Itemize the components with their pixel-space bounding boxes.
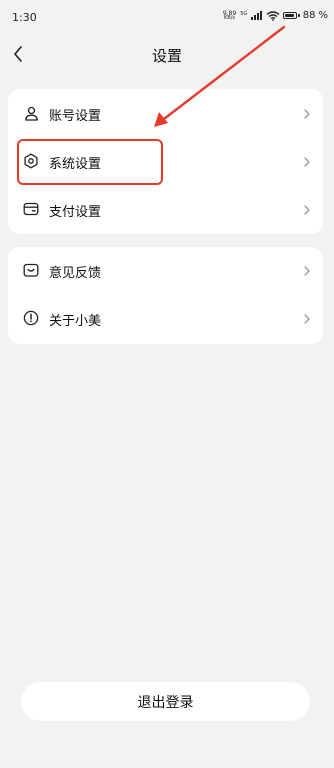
- system-settings-label: 系统设置: [49, 157, 102, 172]
- wifi-icon: [266, 10, 280, 21]
- battery-percent: 88: [302, 10, 316, 21]
- network-speed-unit: KB/s: [224, 14, 235, 21]
- feedback-icon: [23, 262, 39, 278]
- chevron-right-icon: [304, 266, 310, 276]
- chevron-right-icon: [304, 109, 310, 119]
- settings-group-about: 意见反馈 关于小美: [8, 247, 323, 344]
- settings-group-account: 账号设置 系统设置 支付设置: [8, 89, 323, 234]
- user-icon: [23, 105, 39, 121]
- status-indicators: 9.89 KB/s 5G 88%: [223, 10, 328, 21]
- about-label: 关于小美: [49, 314, 102, 329]
- about-item[interactable]: 关于小美: [8, 295, 323, 343]
- account-settings-label: 账号设置: [49, 109, 102, 124]
- status-time: 1:30: [12, 11, 37, 24]
- chevron-right-icon: [304, 314, 310, 324]
- feedback-label: 意见反馈: [49, 266, 102, 281]
- chevron-right-icon: [304, 205, 310, 215]
- page-title: 设置: [151, 47, 182, 65]
- payment-settings-item[interactable]: 支付设置: [8, 186, 323, 234]
- header: 设置: [0, 36, 334, 76]
- feedback-item[interactable]: 意见反馈: [8, 247, 323, 295]
- info-icon: [23, 310, 39, 326]
- network-type: 5G: [240, 11, 248, 17]
- network-speed: 9.89 KB/s: [223, 10, 236, 21]
- battery-icon: [283, 12, 300, 19]
- payment-settings-label: 支付设置: [49, 205, 102, 220]
- status-bar: 1:30 9.89 KB/s 5G 88%: [0, 0, 334, 36]
- signal-icon: [251, 11, 263, 20]
- percent-sign: %: [318, 10, 328, 21]
- system-settings-item[interactable]: 系统设置: [8, 138, 323, 186]
- logout-button[interactable]: 退出登录: [21, 682, 310, 721]
- account-settings-item[interactable]: 账号设置: [8, 90, 323, 138]
- chevron-right-icon: [304, 157, 310, 167]
- gear-icon: [23, 153, 39, 169]
- wallet-icon: [23, 201, 39, 217]
